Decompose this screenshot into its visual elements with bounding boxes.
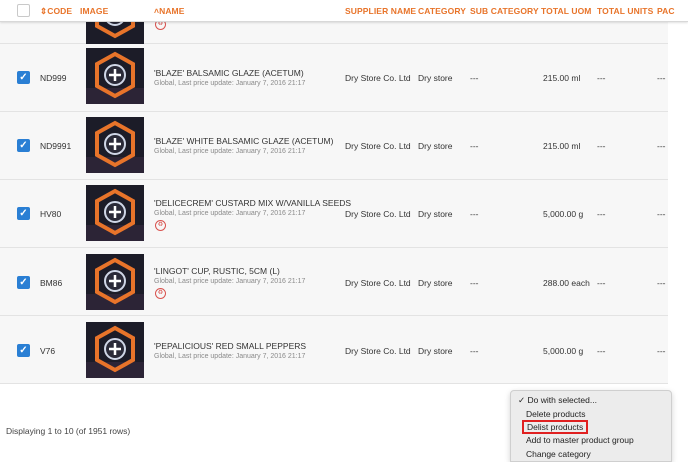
product-meta: Global, Last price update: January 7, 20… [154,353,306,360]
column-header-total-uom[interactable]: TOTAL UOM [541,6,591,16]
product-placeholder-icon [86,185,144,241]
supplier-name: Dry Store Co. Ltd [345,73,411,83]
row-checkbox[interactable]: ✓ [17,71,30,84]
product-placeholder-icon [86,322,144,378]
product-placeholder-icon [86,48,144,104]
product-name[interactable]: 'PEPALICIOUS' RED SMALL PEPPERS [154,341,306,351]
table-row[interactable]: ✓ HV80 'DELICECREM' CUSTARD MIX W/VANILL… [0,180,668,248]
sub-category: --- [470,73,479,83]
category: Dry store [418,209,453,219]
column-header-sub-category[interactable]: SUB CATEGORY [470,6,539,16]
product-name[interactable]: 'LINGOT' CUP, RUSTIC, 5CM (L) [154,266,280,276]
product-code: BM86 [40,278,63,288]
column-header-code[interactable]: ⇕CODE [40,6,72,17]
row-checkbox[interactable]: ✓ [17,344,30,357]
select-all-checkbox[interactable] [17,4,30,17]
column-header-image: IMAGE [80,6,109,16]
product-code: ND9991 [40,141,72,151]
sub-category: --- [470,346,479,356]
row-checkbox[interactable]: ✓ [17,276,30,289]
table-header: ⇕CODE IMAGE ˄NAME SUPPLIER NAME CATEGORY… [0,0,688,22]
total-units: --- [597,209,606,219]
delete-products-option[interactable]: Delete products [526,409,586,419]
product-placeholder-icon [86,254,144,310]
delist-products-option[interactable]: Delist products [522,420,589,434]
column-header-name[interactable]: ˄NAME [154,6,185,16]
product-meta: Global, Last price update: January 7, 20… [154,80,306,87]
category: Dry store [418,73,453,83]
table-row[interactable]: ✓ V76 'PEPALICIOUS' RED SMALL PEPPERS Gl… [0,316,668,384]
product-meta: Global, Last price update: January 7, 20… [154,278,306,285]
bulk-actions-dropdown[interactable]: ✓ Do with selected... Delete products De… [510,390,672,462]
total-uom: 5,000.00 g [543,346,584,356]
row-checkbox[interactable]: ✓ [17,139,30,152]
table-row[interactable]: ✓ ND999 'BLAZE' BALSAMIC GLAZE (ACETUM) … [0,44,668,112]
product-name[interactable]: 'BLAZE' WHITE BALSAMIC GLAZE (ACETUM) [154,136,333,146]
table-row-partial: ♻ [0,0,668,44]
total-uom: 288.00 each [543,278,590,288]
product-code: HV80 [40,209,62,219]
delete-icon[interactable]: ♻ [155,288,166,299]
total-uom: 5,000.00 g [543,209,584,219]
total-uom: 215.00 ml [543,141,581,151]
column-header-pack[interactable]: PAC [657,6,675,16]
supplier-name: Dry Store Co. Ltd [345,141,411,151]
total-units: --- [597,141,606,151]
supplier-name: Dry Store Co. Ltd [345,209,411,219]
column-header-supplier-name[interactable]: SUPPLIER NAME [345,6,416,16]
table-row[interactable]: ✓ ND9991 'BLAZE' WHITE BALSAMIC GLAZE (A… [0,112,668,180]
row-checkbox[interactable]: ✓ [17,207,30,220]
product-placeholder-icon [86,117,144,173]
product-meta: Global, Last price update: January 7, 20… [154,148,306,155]
product-image[interactable] [86,185,144,241]
product-code: ND999 [40,73,67,83]
change-category-option[interactable]: Change category [526,449,591,459]
product-image[interactable] [86,322,144,378]
total-units: --- [597,73,606,83]
pack: --- [657,346,666,356]
column-header-category[interactable]: CATEGORY [418,6,466,16]
pack: --- [657,278,666,288]
product-image[interactable] [86,48,144,104]
product-name[interactable]: 'DELICECREM' CUSTARD MIX W/VANILLA SEEDS [154,198,351,208]
sub-category: --- [470,209,479,219]
delete-icon[interactable]: ♻ [155,220,166,231]
pack: --- [657,141,666,151]
product-name[interactable]: 'BLAZE' BALSAMIC GLAZE (ACETUM) [154,68,304,78]
pack: --- [657,209,666,219]
supplier-name: Dry Store Co. Ltd [345,278,411,288]
product-meta: Global, Last price update: January 7, 20… [154,210,306,217]
total-units: --- [597,278,606,288]
dropdown-selected-option[interactable]: ✓ Do with selected... [518,395,597,406]
pagination-info: Displaying 1 to 10 (of 1951 rows) [6,426,131,436]
total-units: --- [597,346,606,356]
category: Dry store [418,141,453,151]
total-uom: 215.00 ml [543,73,581,83]
product-code: V76 [40,346,56,356]
sub-category: --- [470,141,479,151]
sub-category: --- [470,278,479,288]
category: Dry store [418,278,453,288]
table-row[interactable]: ✓ BM86 'LINGOT' CUP, RUSTIC, 5CM (L) Glo… [0,248,668,316]
category: Dry store [418,346,453,356]
product-image[interactable] [86,254,144,310]
supplier-name: Dry Store Co. Ltd [345,346,411,356]
column-header-total-units[interactable]: TOTAL UNITS [597,6,653,16]
product-image[interactable] [86,117,144,173]
add-to-master-product-group-option[interactable]: Add to master product group [526,435,634,445]
pack: --- [657,73,666,83]
